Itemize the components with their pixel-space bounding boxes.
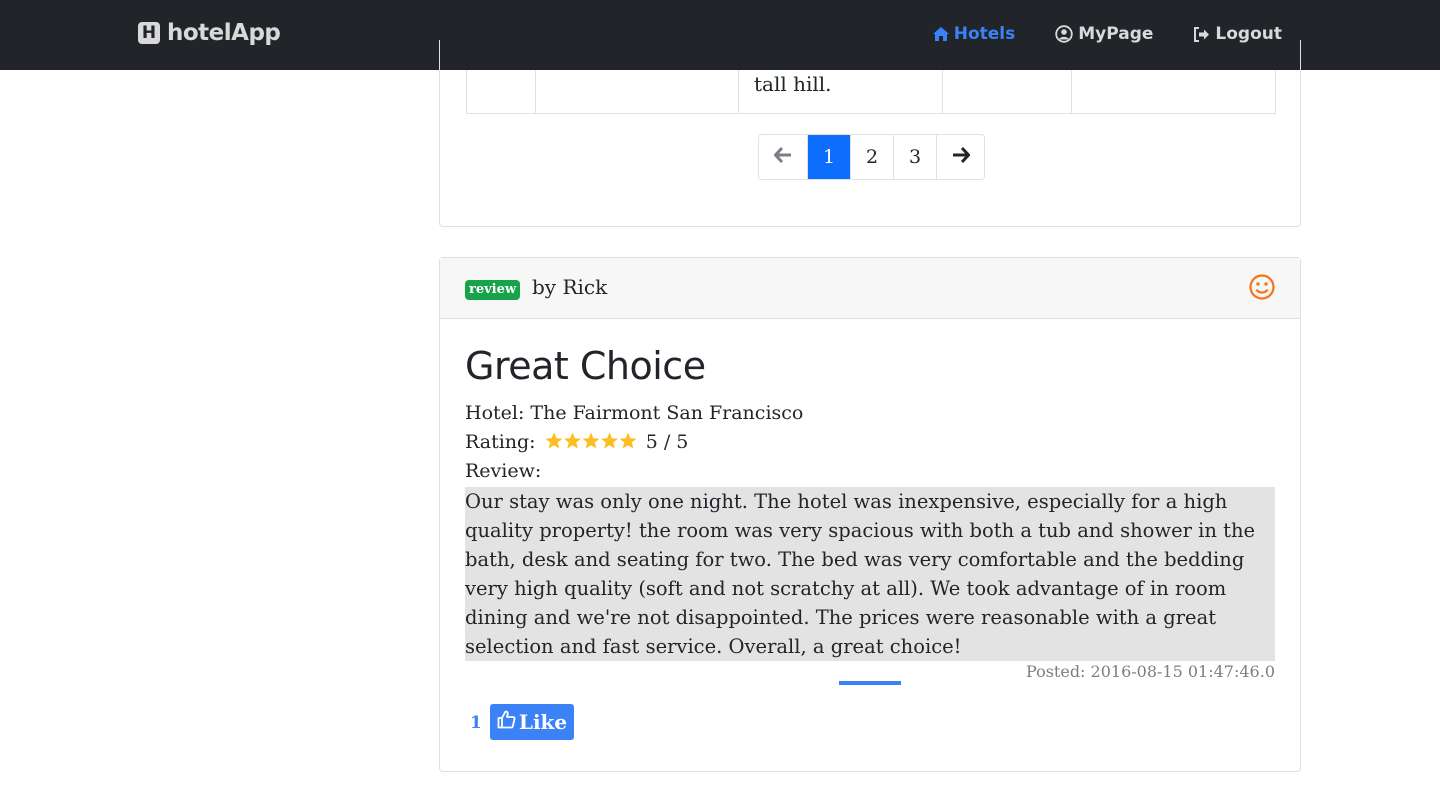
review-author: by Rick bbox=[532, 275, 608, 299]
pagination: 1 2 3 bbox=[758, 134, 985, 180]
pagination-page-2[interactable]: 2 bbox=[850, 135, 893, 179]
star-icon bbox=[563, 432, 581, 449]
section-divider bbox=[839, 681, 901, 685]
rating-label: Rating: bbox=[465, 431, 536, 453]
pagination-prev-button[interactable] bbox=[759, 135, 807, 179]
review-title: Great Choice bbox=[465, 344, 706, 388]
brand-link[interactable]: H hotelApp bbox=[138, 20, 281, 46]
thumbs-up-icon bbox=[497, 710, 519, 734]
smile-icon bbox=[1249, 274, 1275, 304]
arrow-left-icon bbox=[773, 146, 792, 168]
cell-divider bbox=[738, 70, 739, 114]
rating-value: 5 / 5 bbox=[645, 431, 689, 453]
table-cell-text: tall hill. bbox=[754, 72, 832, 96]
star-icon bbox=[582, 432, 600, 449]
review-badge: review bbox=[465, 280, 521, 300]
pagination-page-3[interactable]: 3 bbox=[893, 135, 936, 179]
star-icon bbox=[619, 432, 637, 449]
star-icon bbox=[600, 432, 618, 449]
cell-divider bbox=[1071, 70, 1072, 114]
review-hotel: Hotel: The Fairmont San Francisco bbox=[465, 402, 804, 424]
hotels-table-card: tall hill. 1 2 3 bbox=[439, 40, 1301, 227]
review-card: review by Rick Great Choice Hotel: The F… bbox=[439, 257, 1301, 772]
review-card-header: review by Rick bbox=[440, 258, 1300, 319]
review-rating: Rating: 5 / 5 bbox=[465, 431, 688, 453]
brand-name: hotelApp bbox=[167, 20, 281, 46]
pagination-page-1[interactable]: 1 bbox=[807, 135, 850, 179]
star-icon bbox=[545, 432, 563, 449]
arrow-right-icon bbox=[952, 146, 971, 168]
hotel-logo-icon: H bbox=[138, 22, 160, 44]
rating-stars bbox=[545, 432, 637, 450]
home-icon bbox=[932, 27, 949, 41]
like-button-label: Like bbox=[518, 710, 568, 734]
review-posted-date: Posted: 2016-08-15 01:47:46.0 bbox=[1025, 662, 1275, 681]
table-row: tall hill. bbox=[466, 70, 1276, 114]
cell-divider bbox=[942, 70, 943, 114]
like-button[interactable]: Like bbox=[490, 704, 574, 740]
review-body: Our stay was only one night. The hotel w… bbox=[465, 487, 1275, 661]
pagination-next-button[interactable] bbox=[936, 135, 984, 179]
review-label: Review: bbox=[465, 460, 542, 482]
like-count: 1 bbox=[470, 713, 482, 733]
cell-divider bbox=[535, 70, 536, 114]
